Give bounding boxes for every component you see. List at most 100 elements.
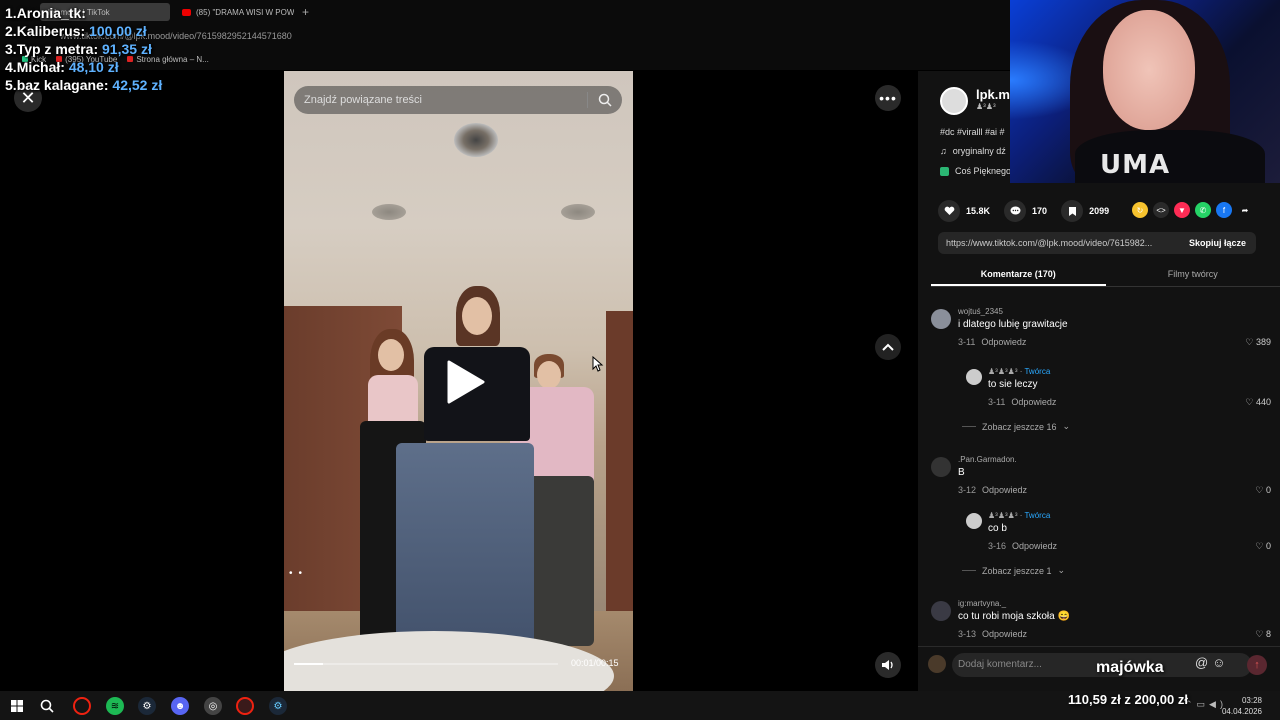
ellipsis-icon: •••: [879, 90, 897, 106]
embed-icon[interactable]: <>: [1153, 202, 1169, 218]
avatar[interactable]: [931, 601, 951, 621]
tab-youtube[interactable]: (85) "DRAMA WISI W POW: [174, 3, 294, 21]
avatar[interactable]: [931, 457, 951, 477]
streamer-face: [1103, 10, 1195, 130]
youtube-icon: [182, 8, 191, 16]
reply-button[interactable]: Odpowiedz: [1012, 541, 1057, 551]
send-icon[interactable]: ▼: [1174, 202, 1190, 218]
volume-button[interactable]: [875, 652, 901, 678]
tab-label: (85) "DRAMA WISI W POW: [196, 7, 294, 17]
link-box[interactable]: https://www.tiktok.com/@lpk.mood/video/7…: [938, 232, 1256, 254]
windows-start-icon[interactable]: [8, 697, 26, 715]
comment-like-count: 0: [1265, 485, 1271, 495]
donor-name: Kaliberus:: [16, 23, 86, 39]
tab-comments[interactable]: Komentarze (170): [931, 263, 1106, 286]
comment-like-button[interactable]: ♡ 8: [1255, 629, 1271, 640]
repost-icon[interactable]: ↻: [1132, 202, 1148, 218]
mention-icon[interactable]: @: [1195, 655, 1212, 670]
shirt-print: UMA: [1100, 150, 1171, 180]
mouse-cursor-icon: [592, 356, 604, 372]
effect-icon: [940, 166, 949, 176]
comment-date: 3-16: [988, 541, 1007, 551]
discord-icon[interactable]: ☻: [171, 697, 189, 715]
stream-overlay-label: majówka: [1096, 659, 1164, 676]
view-more-label: Zobacz jeszcze 1: [982, 565, 1052, 576]
donation-leaderboard: 1.Aronia_tk: 2.Kaliberus: 100,00 zł 3.Ty…: [5, 4, 162, 94]
comment-author[interactable]: ♟³♟³♟³ · Twórca: [988, 367, 1050, 376]
share-arrow-icon[interactable]: ➦: [1237, 202, 1253, 218]
new-tab-button[interactable]: +: [298, 5, 313, 19]
comment-like-button[interactable]: ♡ 389: [1245, 337, 1271, 348]
donor-name: Aronia_tk:: [16, 5, 86, 21]
reply-button[interactable]: Odpowiedz: [981, 337, 1026, 347]
rank: 4.: [5, 59, 17, 75]
view-more-replies[interactable]: Zobacz jeszcze 16 ⌄: [962, 421, 1070, 432]
send-button[interactable]: ↑: [1247, 655, 1267, 675]
avatar[interactable]: [966, 513, 982, 529]
comment-text: to sie leczy: [988, 379, 1038, 390]
music-link[interactable]: ♫ oryginalny dź: [940, 146, 1006, 156]
comment-like-button[interactable]: ♡ 440: [1245, 397, 1271, 408]
ceiling-lamp: [372, 204, 406, 220]
divider: [587, 92, 588, 108]
author-block[interactable]: lpk.mo ♟³♟³: [940, 87, 1018, 115]
comment-meta: 3-16 Odpowiedz: [988, 541, 1057, 551]
comment-date: 3-11: [958, 337, 976, 347]
search-icon[interactable]: [38, 697, 56, 715]
reply-button[interactable]: Odpowiedz: [1011, 397, 1056, 407]
view-more-replies[interactable]: Zobacz jeszcze 1 ⌄: [962, 565, 1065, 576]
previous-video-button[interactable]: [875, 334, 901, 360]
comment-meta: 3-12 Odpowiedz: [958, 485, 1027, 495]
comment-author[interactable]: ♟³♟³♟³ · Twórca: [988, 511, 1050, 520]
opera-icon[interactable]: [73, 697, 91, 715]
save-count: 2099: [1089, 206, 1110, 216]
comment-like-button[interactable]: ♡ 0: [1255, 541, 1271, 552]
donation-goal: 110,59 zł z 200,00 zł: [1068, 692, 1188, 707]
save-button[interactable]: 2099: [1061, 200, 1109, 222]
comment-count: 170: [1032, 206, 1048, 216]
spotify-icon[interactable]: ≋: [106, 697, 124, 715]
volume-icon: [882, 660, 893, 670]
donor-name: Typ z metra:: [16, 41, 99, 57]
play-icon[interactable]: [445, 360, 485, 404]
view-more-label: Zobacz jeszcze 16: [982, 421, 1057, 432]
reply-button[interactable]: Odpowiedz: [982, 485, 1027, 495]
comment-author[interactable]: wojtuś_2345: [958, 307, 1003, 316]
opera-gx-icon[interactable]: [236, 697, 254, 715]
steam-icon[interactable]: ⚙: [269, 697, 287, 715]
effect-title: Coś Pięknego: [955, 166, 1012, 176]
comment-like-button[interactable]: ♡ 0: [1255, 485, 1271, 496]
reply-button[interactable]: Odpowiedz: [982, 629, 1027, 639]
whatsapp-icon[interactable]: ✆: [1195, 202, 1211, 218]
tab-creator-videos[interactable]: Filmy twórcy: [1106, 263, 1280, 286]
comment-button[interactable]: 170: [1004, 200, 1047, 222]
search-icon[interactable]: [598, 93, 612, 107]
video-progress-bar[interactable]: [294, 663, 558, 665]
avatar[interactable]: [931, 309, 951, 329]
comment-author[interactable]: ig:martvyna._: [958, 599, 1006, 608]
related-search-input[interactable]: Znajdź powiązane treści: [294, 86, 622, 114]
clock[interactable]: 03:28 04.04.2026: [1222, 695, 1262, 717]
comment-author[interactable]: .Pan.Garmadon.: [958, 455, 1017, 464]
comment-text: co b: [988, 523, 1007, 534]
effect-link[interactable]: Coś Pięknego: [940, 166, 1011, 176]
donation-row: 1.Aronia_tk:: [5, 4, 162, 22]
music-note-icon: ♫: [940, 146, 947, 156]
music-title: oryginalny dź: [952, 146, 1006, 156]
facebook-icon[interactable]: f: [1216, 202, 1232, 218]
avatar[interactable]: [940, 87, 968, 115]
emoji-icon[interactable]: ☺: [1212, 655, 1229, 670]
comment-date: 3-12: [958, 485, 977, 495]
comment-like-count: 8: [1265, 629, 1271, 639]
like-button[interactable]: 15.8K: [938, 200, 990, 222]
copy-link-button[interactable]: Skopiuj łącze: [1189, 238, 1246, 248]
steam-icon[interactable]: ⚙: [138, 697, 156, 715]
like-count: 15.8K: [966, 206, 991, 216]
avatar[interactable]: [966, 369, 982, 385]
more-options-button[interactable]: •••: [875, 85, 901, 111]
rank: 1.: [5, 5, 17, 21]
obs-icon[interactable]: ◎: [204, 697, 222, 715]
donor-name: baz kalagane:: [16, 77, 109, 93]
system-tray[interactable]: ⌃▭◀): [1185, 699, 1227, 710]
comment-like-count: 0: [1265, 541, 1271, 551]
